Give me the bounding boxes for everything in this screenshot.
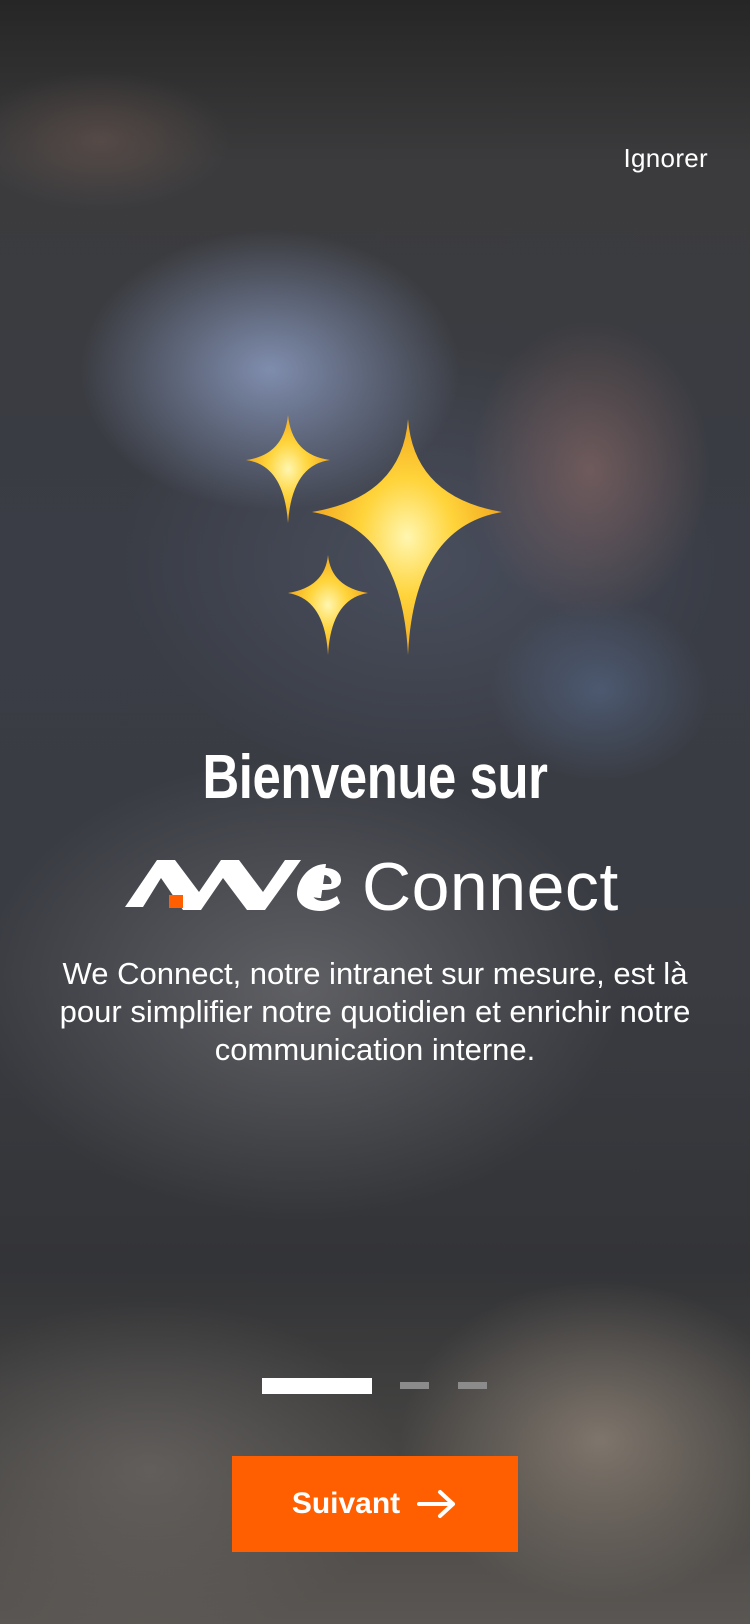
- page-dot[interactable]: [458, 1382, 487, 1389]
- page-dot[interactable]: [400, 1382, 429, 1389]
- sparkles-icon: [246, 415, 502, 655]
- skip-button[interactable]: Ignorer: [624, 143, 708, 174]
- onboarding-screen: Ignorer Bienvenue sur Connect We Connect…: [0, 0, 750, 1624]
- arrow-right-icon: [417, 1490, 456, 1518]
- next-button[interactable]: Suivant: [232, 1456, 518, 1552]
- brand-name: Connect: [362, 849, 619, 925]
- next-button-label: Suivant: [291, 1487, 401, 1520]
- page-dot-active[interactable]: [262, 1378, 372, 1394]
- welcome-description: We Connect, notre intranet sur mesure, e…: [59, 956, 691, 1067]
- brand-logo: Connect: [125, 852, 625, 922]
- welcome-title: Bienvenue sur: [202, 743, 548, 812]
- we-logo-mark: [125, 860, 341, 911]
